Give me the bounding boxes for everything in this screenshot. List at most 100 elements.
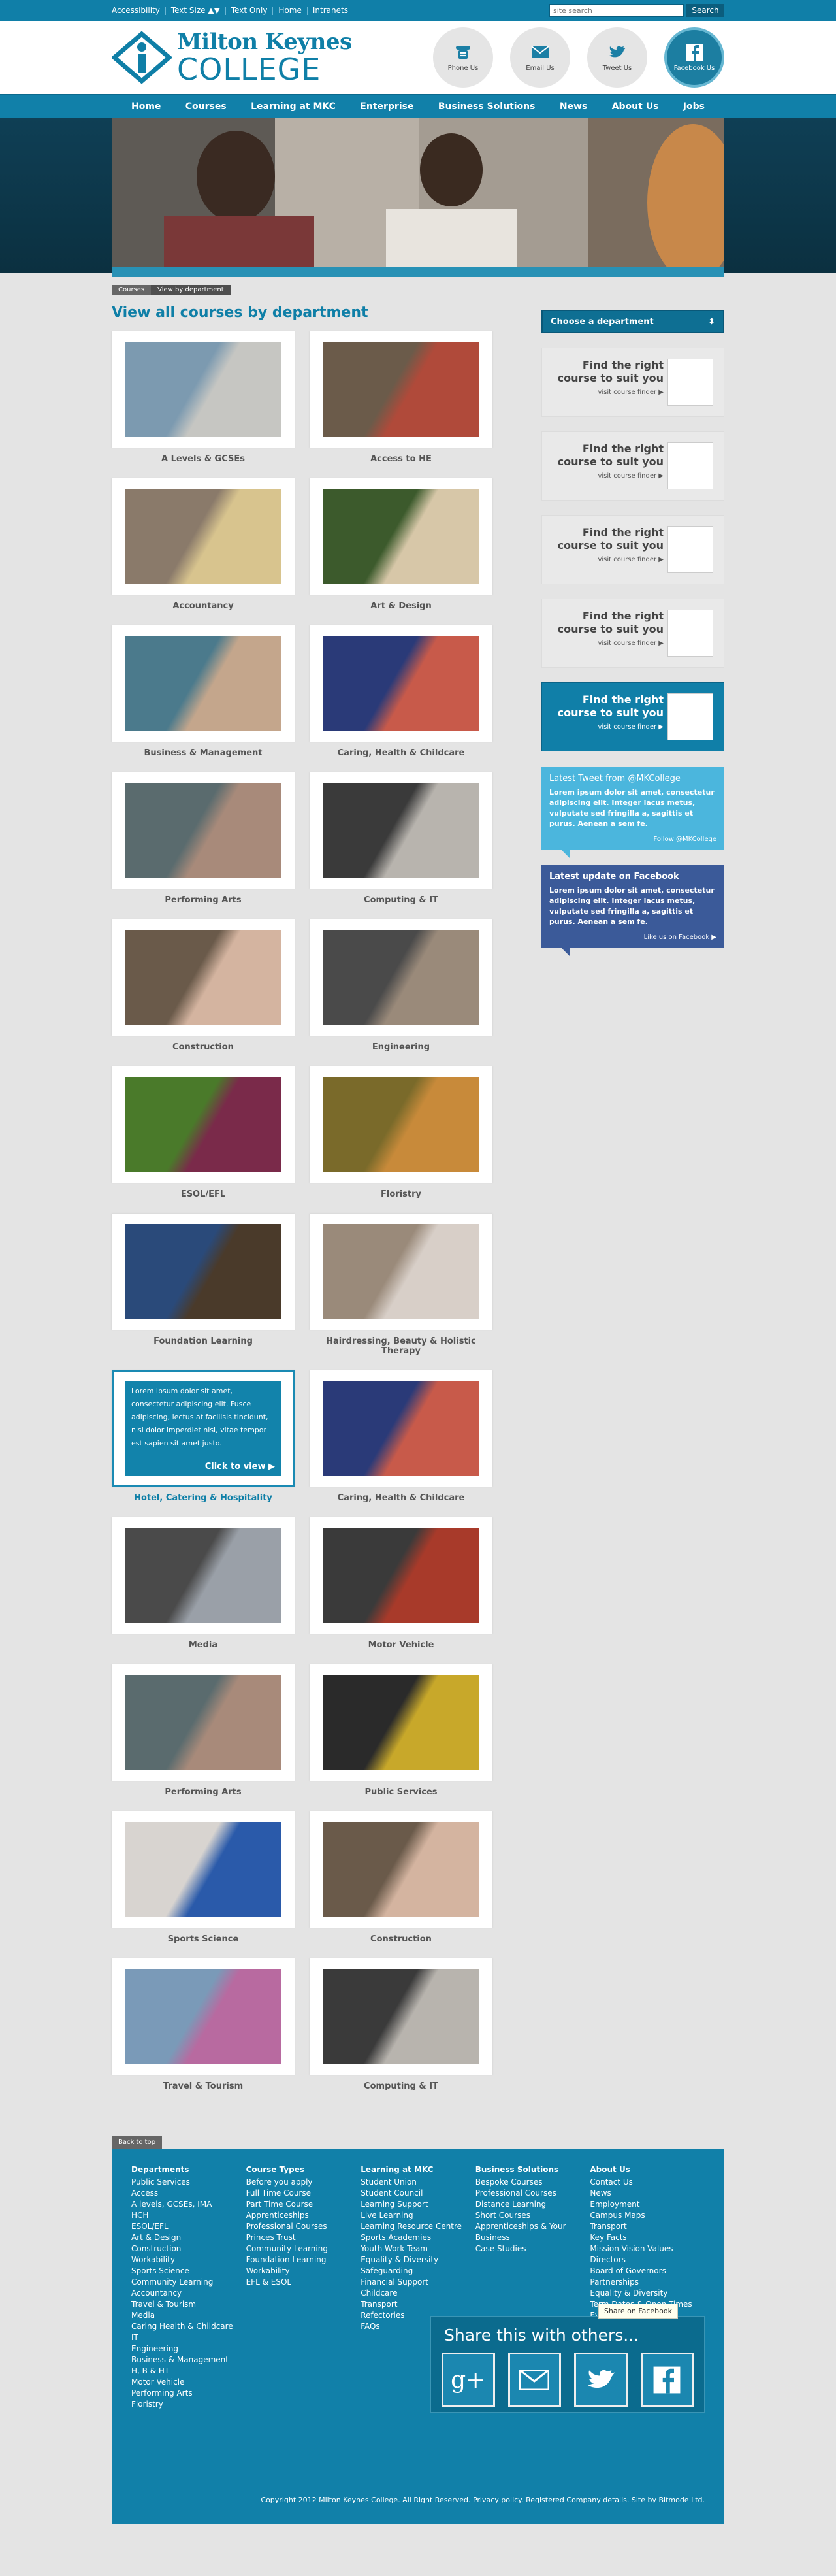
course-label[interactable]: Art & Design [310, 601, 492, 611]
search-input[interactable] [549, 4, 684, 17]
footer-link[interactable]: Bespoke Courses [475, 2177, 590, 2188]
course-card[interactable]: Construction [310, 1811, 492, 1944]
course-card[interactable]: Accountancy [112, 478, 295, 611]
course-label[interactable]: Floristry [310, 1189, 492, 1199]
footer-link[interactable]: Foundation Learning [246, 2254, 361, 2266]
accessibility-link[interactable]: Accessibility [112, 6, 165, 15]
footer-link[interactable]: IT [131, 2332, 246, 2343]
course-label[interactable]: Hotel, Catering & Hospitality [112, 1493, 295, 1503]
course-card[interactable]: Foundation Learning [112, 1214, 295, 1356]
footer-link[interactable]: Student Council [361, 2188, 475, 2199]
twitter-follow-link[interactable]: Follow @MKCollege [654, 836, 717, 843]
course-label[interactable]: Business & Management [112, 748, 295, 758]
footer-link[interactable]: Safeguarding [361, 2266, 475, 2277]
course-label[interactable]: Motor Vehicle [310, 1640, 492, 1650]
nav-learning[interactable]: Learning at MKC [251, 101, 336, 112]
footer-link[interactable]: Case Studies [475, 2243, 590, 2254]
course-finder-promo[interactable]: Find the right course to suit you visit c… [541, 682, 724, 751]
course-label[interactable]: Computing & IT [310, 895, 492, 905]
finder-link[interactable]: visit course finder ▶ [553, 389, 664, 396]
footer-link[interactable]: Community Learning [131, 2277, 246, 2288]
course-card[interactable]: Art & Design [310, 478, 492, 611]
footer-link[interactable]: Accountancy [131, 2288, 246, 2299]
course-card[interactable]: Engineering [310, 919, 492, 1052]
search-button[interactable]: Search [686, 4, 724, 17]
footer-link[interactable]: ESOL/EFL [131, 2221, 246, 2232]
course-label[interactable]: ESOL/EFL [112, 1189, 295, 1199]
course-label[interactable]: Accountancy [112, 601, 295, 611]
course-label[interactable]: Performing Arts [112, 895, 295, 905]
course-card[interactable]: Hairdressing, Beauty & Holistic Therapy [310, 1214, 492, 1356]
footer-link[interactable]: Equality & Diversity [590, 2288, 705, 2299]
finder-link[interactable]: visit course finder ▶ [553, 723, 664, 731]
footer-link[interactable]: Mission Vision Values [590, 2243, 705, 2254]
course-card[interactable]: Public Services [310, 1664, 492, 1797]
footer-link[interactable]: Contact Us [590, 2177, 705, 2188]
course-card[interactable]: Caring, Health & Childcare [310, 1370, 492, 1503]
course-thumbnail[interactable] [112, 1066, 295, 1183]
course-label[interactable]: Access to HE [310, 454, 492, 464]
course-label[interactable]: Public Services [310, 1787, 492, 1797]
home-link[interactable]: Home [272, 6, 306, 15]
footer-link[interactable]: Transport [361, 2299, 475, 2310]
footer-link[interactable]: Business & Management [131, 2354, 246, 2366]
course-card-highlighted[interactable]: Lorem ipsum dolor sit amet, consectetur … [112, 1370, 295, 1503]
course-thumbnail[interactable] [310, 1811, 492, 1928]
course-label[interactable]: Computing & IT [310, 2081, 492, 2091]
nav-enterprise[interactable]: Enterprise [360, 101, 413, 112]
footer-link[interactable]: Distance Learning [475, 2199, 590, 2210]
text-only-link[interactable]: Text Only [225, 6, 273, 15]
footer-link[interactable]: HCH [131, 2210, 246, 2221]
course-thumbnail[interactable] [310, 1664, 492, 1781]
phone-us-button[interactable]: Phone Us [433, 27, 493, 88]
email-us-button[interactable]: Email Us [510, 27, 570, 88]
footer-link[interactable]: Short Courses [475, 2210, 590, 2221]
nav-jobs[interactable]: Jobs [683, 101, 705, 112]
footer-link[interactable]: Princes Trust [246, 2232, 361, 2243]
course-thumbnail[interactable] [112, 331, 295, 448]
course-label[interactable]: Travel & Tourism [112, 2081, 295, 2091]
course-label[interactable]: Engineering [310, 1042, 492, 1052]
footer-link[interactable]: Learning Support [361, 2199, 475, 2210]
footer-link[interactable]: Public Services [131, 2177, 246, 2188]
course-label[interactable]: Performing Arts [112, 1787, 295, 1797]
course-label[interactable]: Hairdressing, Beauty & Holistic Therapy [310, 1336, 492, 1356]
footer-link[interactable]: Student Union [361, 2177, 475, 2188]
footer-link[interactable]: Key Facts [590, 2232, 705, 2243]
footer-link[interactable]: Childcare [361, 2288, 475, 2299]
footer-link[interactable]: Motor Vehicle [131, 2377, 246, 2388]
course-finder-promo[interactable]: Find the right course to suit you visit c… [541, 348, 724, 417]
course-card[interactable]: Floristry [310, 1066, 492, 1199]
course-thumbnail[interactable] [310, 1370, 492, 1487]
footer-link[interactable]: Equality & Diversity [361, 2254, 475, 2266]
course-card[interactable]: Caring, Health & Childcare [310, 625, 492, 758]
footer-link[interactable]: Before you apply [246, 2177, 361, 2188]
footer-link[interactable]: Apprenticeships [246, 2210, 361, 2221]
course-thumbnail[interactable] [112, 1811, 295, 1928]
course-thumbnail[interactable] [310, 625, 492, 742]
course-thumbnail[interactable] [310, 1958, 492, 2075]
course-thumbnail[interactable] [310, 331, 492, 448]
footer-link[interactable]: Apprenticeships & Your Business [475, 2221, 590, 2243]
course-finder-promo[interactable]: Find the right course to suit you visit c… [541, 515, 724, 584]
course-finder-promo[interactable]: Find the right course to suit you visit c… [541, 599, 724, 668]
course-card[interactable]: Construction [112, 919, 295, 1052]
footer-link[interactable]: Board of Governors [590, 2266, 705, 2277]
course-card[interactable]: ESOL/EFL [112, 1066, 295, 1199]
share-facebook-button[interactable] [640, 2353, 694, 2407]
footer-link[interactable]: News [590, 2188, 705, 2199]
course-card[interactable]: Travel & Tourism [112, 1958, 295, 2091]
text-size-link[interactable]: Text Size ▲▼ [165, 6, 225, 15]
share-email-button[interactable] [507, 2353, 561, 2407]
footer-link[interactable]: Live Learning [361, 2210, 475, 2221]
course-finder-promo[interactable]: Find the right course to suit you visit c… [541, 431, 724, 501]
course-label[interactable]: Media [112, 1640, 295, 1650]
footer-link[interactable]: Art & Design [131, 2232, 246, 2243]
footer-link[interactable]: Performing Arts [131, 2388, 246, 2399]
footer-link[interactable]: Youth Work Team [361, 2243, 475, 2254]
footer-link[interactable]: Partnerships [590, 2277, 705, 2288]
course-label[interactable]: Caring, Health & Childcare [310, 1493, 492, 1503]
footer-link[interactable]: Workability [131, 2254, 246, 2266]
course-thumbnail[interactable] [112, 1214, 295, 1330]
course-card[interactable]: Computing & IT [310, 1958, 492, 2091]
